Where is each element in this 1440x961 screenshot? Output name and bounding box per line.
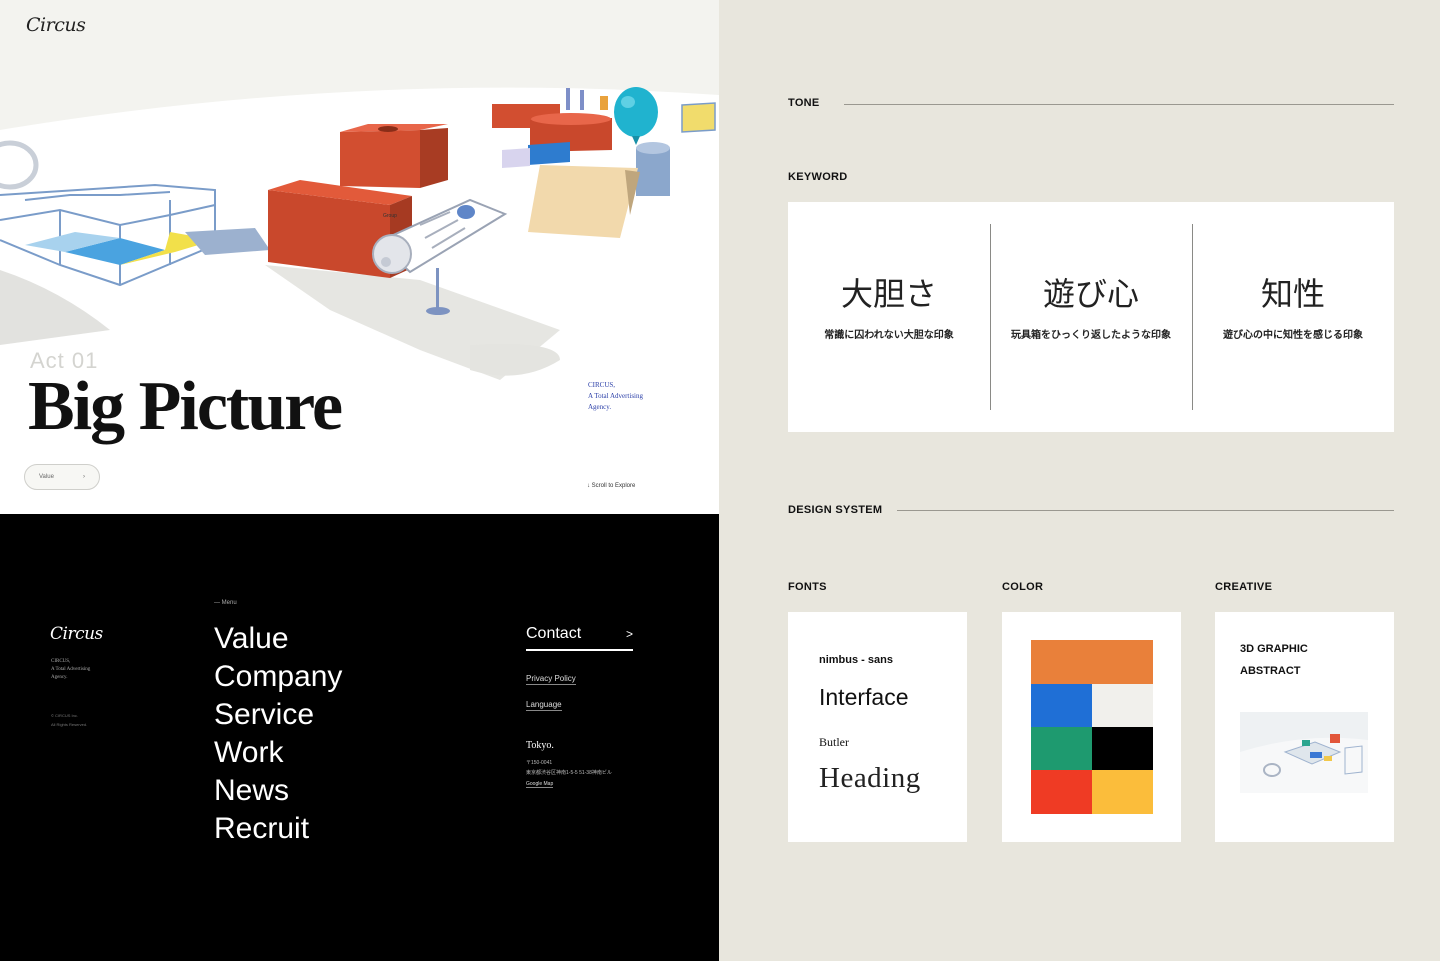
creative-3d-thumbnail — [1240, 712, 1368, 793]
agency-line: A Total Advertising — [51, 667, 91, 672]
chevron-right-icon: › — [83, 474, 85, 480]
color-swatch-offwhite — [1092, 684, 1153, 727]
color-swatch-green — [1031, 727, 1092, 770]
arrow-down-icon: ↓ — [587, 483, 590, 489]
copyright-line: © CIRCUS Inc. — [51, 713, 78, 718]
keyword-title: 大胆さ — [840, 275, 937, 313]
language-link[interactable]: Language — [526, 700, 562, 711]
font-sample-interface: Interface — [819, 684, 909, 710]
creative-description: 3D GRAPHIC ABSTRACT — [1240, 638, 1308, 682]
copyright-line: All Rights Reserved. — [51, 722, 88, 727]
fonts-label: FONTS — [788, 581, 827, 593]
agency-tagline: CIRCUS, A Total Advertising Agency. — [588, 380, 688, 413]
copyright: © CIRCUS Inc. All Rights Reserved. — [51, 711, 121, 729]
main-nav: Value Company Service Work News Recruit — [214, 620, 342, 848]
menu-label: — Menu — [214, 600, 237, 606]
creative-card: 3D GRAPHIC ABSTRACT — [1215, 612, 1394, 842]
hero-section: Group Circus Act 01 Big Picture Value › … — [0, 0, 719, 514]
nav-item-value[interactable]: Value — [214, 620, 342, 658]
agency-line: CIRCUS, — [51, 659, 71, 664]
color-swatch-red — [1031, 770, 1092, 814]
keyword-label: KEYWORD — [788, 171, 848, 183]
font-name-butler: Butler — [819, 735, 849, 749]
creative-line: 3D GRAPHIC — [1240, 643, 1308, 655]
design-system-divider — [897, 510, 1394, 511]
color-swatch-orange — [1031, 640, 1153, 684]
privacy-policy-link[interactable]: Privacy Policy — [526, 674, 576, 685]
color-card — [1002, 612, 1181, 842]
fonts-card: nimbus - sans Interface Butler Heading — [788, 612, 967, 842]
google-map-link[interactable]: Google Map — [526, 781, 554, 788]
keyword-description: 遊び心の中に知性を感じる印象 — [1223, 330, 1363, 341]
design-system-label: DESIGN SYSTEM — [788, 504, 883, 516]
keyword-item: 大胆さ 常識に囚われない大胆な印象 — [788, 202, 990, 432]
agency-line: Agency. — [588, 403, 612, 411]
contact-label: Contact — [526, 625, 582, 642]
menu-section: Circus CIRCUS, A Total Advertising Agenc… — [0, 514, 719, 961]
color-swatch-blue — [1031, 684, 1092, 727]
agency-line: Agency. — [51, 675, 68, 680]
font-name-nimbus: nimbus - sans — [819, 654, 893, 666]
menu-label-text: Menu — [221, 600, 237, 606]
svg-text:Group: Group — [383, 213, 397, 219]
arrow-right-icon: > — [625, 627, 633, 641]
tone-label: TONE — [788, 97, 820, 109]
nav-item-company[interactable]: Company — [214, 658, 342, 696]
scroll-hint[interactable]: ↓ Scroll to Explore — [587, 483, 635, 489]
office-city: Tokyo. — [526, 740, 554, 751]
creative-line: ABSTRACT — [1240, 665, 1301, 677]
keyword-description: 常識に囚われない大胆な印象 — [824, 330, 954, 341]
nav-item-recruit[interactable]: Recruit — [214, 810, 342, 848]
color-swatch-yellow — [1092, 770, 1153, 814]
creative-label: CREATIVE — [1215, 581, 1273, 593]
keyword-item: 遊び心 玩具箱をひっくり返したような印象 — [990, 202, 1192, 432]
address-line: 東京都渋谷区神南1-5-5 51-38神南ビル — [526, 770, 612, 776]
keyword-title: 遊び心 — [1042, 275, 1139, 313]
address-line: 〒150-0041 — [526, 760, 553, 766]
nav-item-service[interactable]: Service — [214, 696, 342, 734]
value-pill-button[interactable]: Value › — [24, 464, 100, 490]
tone-divider — [844, 104, 1394, 105]
menu-agency-tagline: CIRCUS, A Total Advertising Agency. — [51, 658, 121, 682]
agency-line: CIRCUS, — [588, 381, 616, 389]
hero-title: Big Picture — [28, 368, 343, 445]
design-panel: TONE KEYWORD 大胆さ 常識に囚われない大胆な印象 遊び心 玩具箱をひ… — [719, 0, 1440, 961]
font-sample-heading: Heading — [819, 762, 921, 794]
pill-label: Value — [39, 474, 54, 480]
office-address: 〒150-0041 東京都渋谷区神南1-5-5 51-38神南ビル — [526, 758, 646, 778]
keyword-item: 知性 遊び心の中に知性を感じる印象 — [1192, 202, 1394, 432]
color-swatch-black — [1092, 727, 1153, 770]
agency-line: A Total Advertising — [588, 392, 643, 400]
scroll-hint-label: Scroll to Explore — [591, 483, 636, 489]
color-label: COLOR — [1002, 581, 1044, 593]
menu-circus-logo[interactable]: Circus — [50, 624, 103, 644]
keyword-card: 大胆さ 常識に囚われない大胆な印象 遊び心 玩具箱をひっくり返したような印象 知… — [788, 202, 1394, 432]
color-palette — [1031, 640, 1153, 814]
nav-item-news[interactable]: News — [214, 772, 342, 810]
keyword-title: 知性 — [1260, 275, 1325, 313]
nav-item-work[interactable]: Work — [214, 734, 342, 772]
contact-link[interactable]: Contact > — [526, 625, 633, 651]
circus-logo[interactable]: Circus — [26, 14, 86, 36]
keyword-description: 玩具箱をひっくり返したような印象 — [1011, 330, 1171, 341]
